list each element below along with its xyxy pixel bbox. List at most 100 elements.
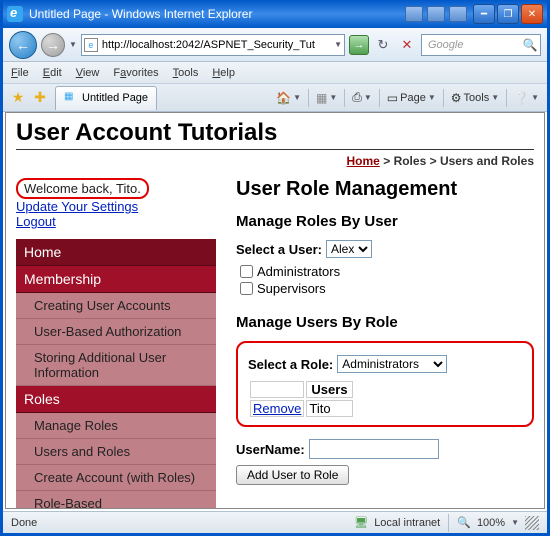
nav-manage-roles[interactable]: Manage Roles <box>16 413 216 439</box>
search-placeholder: Google <box>424 39 522 51</box>
zoom-level: 100% <box>477 517 505 529</box>
tab-title: Untitled Page <box>82 92 148 104</box>
resize-grip-icon[interactable] <box>525 516 539 530</box>
close-button[interactable]: ✕ <box>521 4 543 24</box>
page-menu-button[interactable]: ▭Page▼ <box>383 87 440 109</box>
tab-bar: ★ ✚ ▦ Untitled Page 🏠▼ ▦▼ ⎙▼ ▭Page▼ ⚙Too… <box>3 84 547 112</box>
browser-tab[interactable]: ▦ Untitled Page <box>55 86 157 110</box>
separator <box>308 89 309 107</box>
breadcrumb-l2: Users and Roles <box>440 154 534 168</box>
table-row: Remove Tito <box>250 400 353 417</box>
forward-button[interactable]: → <box>41 33 65 57</box>
status-bar: Done 🖥 Local intranet 🔍 100% ▼ <box>3 511 547 533</box>
select-role-label: Select a Role: <box>248 357 333 372</box>
update-settings-link[interactable]: Update Your Settings <box>16 199 216 214</box>
table-col-empty <box>250 381 304 398</box>
breadcrumb: Home > Roles > Users and Roles <box>16 152 534 178</box>
nav-role-based[interactable]: Role-Based <box>16 491 216 509</box>
table-username-cell: Tito <box>306 400 352 417</box>
nav-home[interactable]: Home <box>16 239 216 266</box>
breadcrumb-l1: Roles <box>394 154 427 168</box>
separator <box>344 89 345 107</box>
select-user-dropdown[interactable]: Alex <box>326 240 372 258</box>
menu-favorites[interactable]: Favorites <box>113 67 158 79</box>
address-bar[interactable]: e http://localhost:2042/ASPNET_Security_… <box>81 34 345 56</box>
supervisors-check-label: Supervisors <box>257 281 326 296</box>
supervisors-checkbox[interactable] <box>240 282 253 295</box>
nav-create-account-with-roles[interactable]: Create Account (with Roles) <box>16 465 216 491</box>
main-h2: User Role Management <box>236 178 534 201</box>
go-button[interactable]: → <box>349 35 369 55</box>
separator <box>379 89 380 107</box>
help-button[interactable]: ❔▼ <box>510 87 543 109</box>
username-input[interactable] <box>309 439 439 459</box>
nav-storing-additional-info[interactable]: Storing Additional User Information <box>16 345 216 386</box>
nav-toolbar: ← → ▼ e http://localhost:2042/ASPNET_Sec… <box>3 28 547 62</box>
breadcrumb-home-link[interactable]: Home <box>347 154 380 168</box>
right-column: User Role Management Manage Roles By Use… <box>236 178 534 509</box>
ie-icon <box>7 6 23 22</box>
page-label: Page <box>400 92 426 104</box>
add-favorites-icon[interactable]: ✚ <box>29 87 51 109</box>
remove-user-link[interactable]: Remove <box>253 401 301 416</box>
page-icon: ▭ <box>387 91 398 105</box>
content-viewport: User Account Tutorials Home > Roles > Us… <box>5 112 545 509</box>
help-icon: ❔ <box>514 91 529 105</box>
nav-membership[interactable]: Membership <box>16 266 216 293</box>
administrators-check-label: Administrators <box>257 264 340 279</box>
add-user-to-role-button[interactable]: Add User to Role <box>236 465 349 485</box>
by-user-h3: Manage Roles By User <box>236 213 534 230</box>
nav-user-based-authorization[interactable]: User-Based Authorization <box>16 319 216 345</box>
page-icon: e <box>84 38 98 52</box>
menu-help[interactable]: Help <box>212 67 235 79</box>
nav-creating-user-accounts[interactable]: Creating User Accounts <box>16 293 216 319</box>
search-box[interactable]: Google 🔍 <box>421 34 541 56</box>
security-zone: Local intranet <box>374 517 440 529</box>
zoom-icon[interactable]: 🔍 <box>457 516 471 529</box>
menu-edit[interactable]: Edit <box>43 67 62 79</box>
url-text[interactable]: http://localhost:2042/ASPNET_Security_Tu… <box>98 39 334 51</box>
window-extra-button[interactable] <box>405 6 423 22</box>
administrators-checkbox[interactable] <box>240 265 253 278</box>
nav-users-and-roles[interactable]: Users and Roles <box>16 439 216 465</box>
logout-link[interactable]: Logout <box>16 214 216 229</box>
users-in-role-table: Users Remove Tito <box>248 379 355 419</box>
nav-roles[interactable]: Roles <box>16 386 216 413</box>
forward-arrow-icon: → <box>46 37 60 53</box>
favorites-star-icon[interactable]: ★ <box>7 87 29 109</box>
side-navigation: Home Membership Creating User Accounts U… <box>16 239 216 509</box>
refresh-button[interactable]: ↻ <box>373 35 393 55</box>
stop-button[interactable]: ✕ <box>397 35 417 55</box>
menu-file[interactable]: File <box>11 67 29 79</box>
menu-bar: File Edit View Favorites Tools Help <box>3 62 547 84</box>
address-dropdown-icon[interactable]: ▼ <box>334 40 342 49</box>
back-button[interactable]: ← <box>9 31 37 59</box>
print-button[interactable]: ⎙▼ <box>348 87 376 109</box>
tools-menu-button[interactable]: ⚙Tools▼ <box>447 87 503 109</box>
status-text: Done <box>11 517 37 529</box>
separator <box>448 514 449 532</box>
breadcrumb-sep: > <box>430 154 437 168</box>
breadcrumb-sep: > <box>383 154 390 168</box>
welcome-message: Welcome back, Tito. <box>16 178 149 199</box>
menu-tools[interactable]: Tools <box>173 67 199 79</box>
tab-page-icon: ▦ <box>64 91 78 105</box>
window-title: Untitled Page - Windows Internet Explore… <box>29 7 403 21</box>
home-button[interactable]: 🏠▼ <box>272 87 305 109</box>
title-bar: Untitled Page - Windows Internet Explore… <box>3 0 547 28</box>
window-extra-button[interactable] <box>449 6 467 22</box>
tools-label: Tools <box>464 92 490 104</box>
menu-view[interactable]: View <box>76 67 100 79</box>
left-column: Welcome back, Tito. Update Your Settings… <box>16 178 216 509</box>
gear-icon: ⚙ <box>451 91 462 105</box>
nav-dropdown-icon[interactable]: ▼ <box>69 40 77 49</box>
zoom-dropdown-icon[interactable]: ▼ <box>511 518 519 527</box>
search-icon[interactable]: 🔍 <box>522 38 538 52</box>
separator <box>506 89 507 107</box>
minimize-button[interactable]: ━ <box>473 4 495 24</box>
window-extra-button[interactable] <box>427 6 445 22</box>
print-icon: ⎙ <box>352 90 362 105</box>
feeds-button[interactable]: ▦▼ <box>312 87 341 109</box>
select-role-dropdown[interactable]: Administrators <box>337 355 447 373</box>
maximize-button[interactable]: ❐ <box>497 4 519 24</box>
